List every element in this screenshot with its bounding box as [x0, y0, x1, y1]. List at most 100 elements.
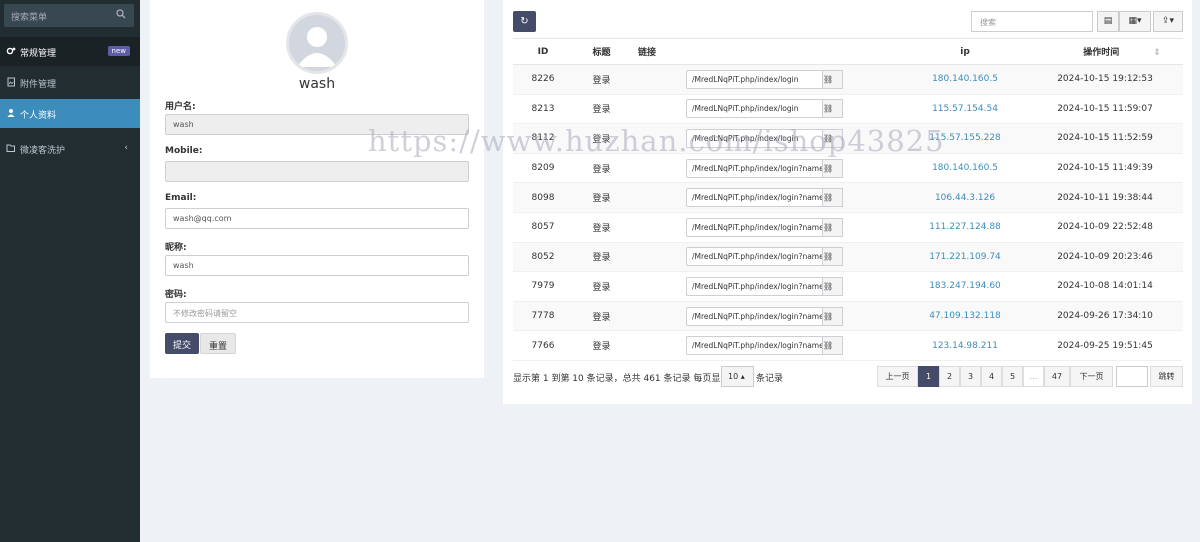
columns-button[interactable]: ▦▾ [1119, 11, 1151, 32]
link-button[interactable]: ⛓ [823, 99, 843, 119]
column-header-url[interactable]: 链接 [630, 38, 903, 65]
url-field[interactable]: /MredLNqPiT.php/index/login?name= [686, 336, 823, 356]
table-row[interactable]: 7778 登录/MredLNqPiT.php/index/login?name=⛓… [513, 301, 1183, 332]
table-row[interactable]: 7766 登录/MredLNqPiT.php/index/login?name=⛓… [513, 330, 1183, 361]
link-icon: ⛓ [823, 222, 834, 232]
sidebar-item-attachments[interactable]: 附件管理 [0, 68, 140, 97]
page-button[interactable]: 1 [918, 366, 939, 387]
cell-title: 登录 [573, 330, 630, 361]
column-header-id[interactable]: ID [513, 38, 573, 65]
link-button[interactable]: ⛓ [823, 336, 843, 356]
cell-ip[interactable]: 171.221.109.74 [903, 242, 1027, 273]
table-row[interactable]: 8098 登录/MredLNqPiT.php/index/login?name=⛓… [513, 182, 1183, 213]
cell-ip[interactable]: 183.247.194.60 [903, 271, 1027, 302]
refresh-button[interactable]: ↻ [513, 11, 536, 32]
export-icon: ⇪▾ [1161, 16, 1175, 26]
link-button[interactable]: ⛓ [823, 128, 843, 148]
url-field[interactable]: /MredLNqPiT.php/index/login?name= [686, 306, 823, 326]
url-field[interactable]: /MredLNqPiT.php/index/login?name= [686, 217, 823, 237]
chevron-left-icon: ‹ [124, 143, 128, 153]
toggle-view-button[interactable]: ▤ [1097, 11, 1119, 32]
table-row[interactable]: 7979 登录/MredLNqPiT.php/index/login?name=⛓… [513, 271, 1183, 302]
column-header-time-label: 操作时间 [1083, 48, 1120, 58]
cell-ip[interactable]: 180.140.160.5 [903, 64, 1027, 95]
column-header-time[interactable]: 操作时间 ⇕ [1027, 38, 1183, 65]
link-icon: ⛓ [823, 252, 834, 262]
page-ellipsis: ... [1023, 366, 1044, 387]
link-button[interactable]: ⛓ [823, 69, 843, 89]
link-button[interactable]: ⛓ [823, 276, 843, 296]
link-button[interactable]: ⛓ [823, 158, 843, 178]
url-field[interactable]: /MredLNqPiT.php/index/login [686, 128, 823, 148]
page-button[interactable]: 3 [960, 366, 981, 387]
link-icon: ⛓ [823, 281, 834, 291]
cell-ip[interactable]: 106.44.3.126 [903, 182, 1027, 213]
export-button[interactable]: ⇪▾ [1153, 11, 1183, 32]
submit-button[interactable]: 提交 [165, 333, 200, 354]
link-button[interactable]: ⛓ [823, 188, 843, 208]
column-header-ip[interactable]: ip [903, 38, 1027, 65]
username-field[interactable]: wash [165, 114, 469, 135]
page-button[interactable]: 5 [1002, 366, 1023, 387]
nickname-field[interactable]: wash [165, 255, 469, 276]
avatar[interactable] [286, 12, 348, 74]
cell-ip[interactable]: 180.140.160.5 [903, 153, 1027, 184]
sidebar-item-laundry[interactable]: 微凌客洗护 ‹ [0, 134, 140, 163]
goto-page-input[interactable] [1116, 366, 1148, 387]
cell-ip[interactable]: 115.57.155.228 [903, 123, 1027, 154]
table-row[interactable]: 8226 登录/MredLNqPiT.php/index/login ⛓ 180.14… [513, 64, 1183, 95]
cell-ip[interactable]: 115.57.154.54 [903, 94, 1027, 125]
url-field[interactable]: /MredLNqPiT.php/index/login?name= [686, 247, 823, 267]
sidebar-item-label: 附件管理 [20, 80, 57, 90]
profile-username: wash [298, 76, 336, 92]
table-row[interactable]: 8112 登录/MredLNqPiT.php/index/login ⛓ 115.57… [513, 123, 1183, 154]
table-row[interactable]: 8057 登录/MredLNqPiT.php/index/login?name=⛓… [513, 212, 1183, 243]
password-field[interactable]: 不修改密码请留空 [165, 302, 469, 323]
cell-time: 2024-09-26 17:34:10 [1027, 301, 1183, 332]
link-button[interactable]: ⛓ [823, 217, 843, 237]
prev-page-button[interactable]: 上一页 [877, 366, 918, 387]
column-header-title[interactable]: 标题 [573, 38, 630, 65]
table-row[interactable]: 8213 登录/MredLNqPiT.php/index/login ⛓ 115.57… [513, 94, 1183, 125]
cell-title: 登录 [573, 242, 630, 273]
table-search-input[interactable]: 搜索 [971, 11, 1093, 32]
menu-search-input[interactable]: 搜索菜单 [4, 4, 134, 27]
reset-button[interactable]: 重置 [200, 333, 237, 354]
page-button[interactable]: 47 [1044, 366, 1070, 387]
pagination-info: 显示第 1 到第 10 条记录，总共 461 条记录 每页显示 [513, 371, 729, 384]
grid-icon: ▦▾ [1128, 16, 1142, 26]
url-field[interactable]: /MredLNqPiT.php/index/login?name= [686, 188, 823, 208]
url-field[interactable]: /MredLNqPiT.php/index/login?name= [686, 276, 823, 296]
url-field[interactable]: /MredLNqPiT.php/index/login?name= [686, 158, 823, 178]
page-size-select[interactable]: 10 ▴ [721, 366, 754, 387]
cell-title: 登录 [573, 94, 630, 125]
mobile-field[interactable] [165, 161, 469, 182]
login-log-panel: ↻ 搜索 ▤ ▦▾ ⇪▾ ID 标题 链接 ip 操作时间 ⇕ 8226 登录/Mr… [503, 0, 1192, 404]
sidebar-item-general[interactable]: 常规管理 new [0, 37, 140, 66]
cell-id: 7766 [513, 330, 573, 361]
sidebar-item-profile[interactable]: 个人资料 [0, 99, 140, 128]
url-field[interactable]: /MredLNqPiT.php/index/login [686, 99, 823, 119]
new-badge: new [107, 46, 130, 56]
table-row[interactable]: 8052 登录/MredLNqPiT.php/index/login?name=⛓… [513, 242, 1183, 273]
link-button[interactable]: ⛓ [823, 247, 843, 267]
cell-url: /MredLNqPiT.php/index/login?name=⛓ [630, 153, 903, 184]
email-field[interactable]: wash@qq.com [165, 208, 469, 229]
cell-time: 2024-10-08 14:01:14 [1027, 271, 1183, 302]
cell-id: 8209 [513, 153, 573, 184]
link-icon: ⛓ [823, 74, 834, 84]
page-button[interactable]: 2 [939, 366, 960, 387]
next-page-button[interactable]: 下一页 [1070, 366, 1113, 387]
cell-time: 2024-10-11 19:38:44 [1027, 182, 1183, 213]
link-button[interactable]: ⛓ [823, 306, 843, 326]
search-icon[interactable] [116, 9, 126, 19]
user-icon [7, 109, 15, 117]
cell-ip[interactable]: 111.227.124.88 [903, 212, 1027, 243]
cell-id: 7979 [513, 271, 573, 302]
goto-page-button[interactable]: 跳转 [1150, 366, 1183, 387]
url-field[interactable]: /MredLNqPiT.php/index/login [686, 69, 823, 89]
cell-ip[interactable]: 47.109.132.118 [903, 301, 1027, 332]
page-button[interactable]: 4 [981, 366, 1002, 387]
cell-ip[interactable]: 123.14.98.211 [903, 330, 1027, 361]
table-row[interactable]: 8209 登录/MredLNqPiT.php/index/login?name=⛓… [513, 153, 1183, 184]
